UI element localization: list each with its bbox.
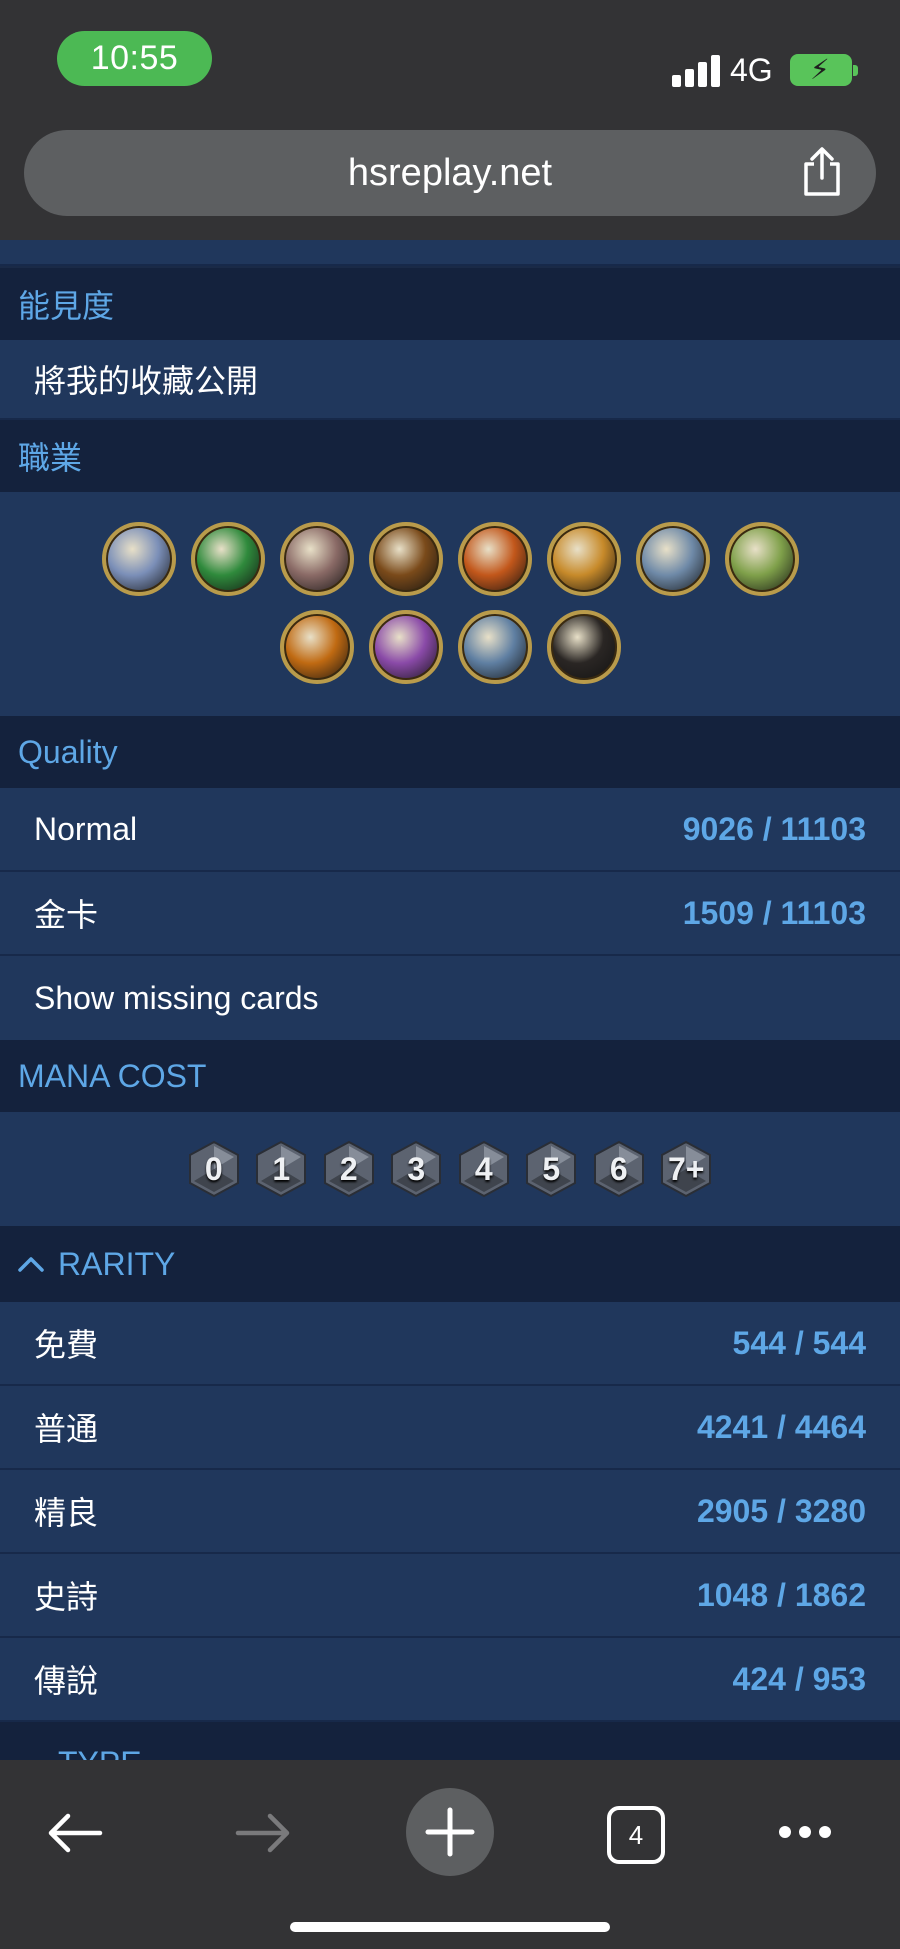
- network-label: 4G: [730, 52, 773, 88]
- rarity-label: 普通: [34, 1411, 99, 1447]
- rarity-title: RARITY: [58, 1245, 176, 1282]
- type-title: TYPE: [58, 1745, 142, 1760]
- mana-gem-label: 3: [407, 1151, 426, 1187]
- rarity-row[interactable]: 普通 4241 / 4464: [0, 1386, 900, 1470]
- home-indicator[interactable]: [290, 1922, 610, 1932]
- mana-gem-label: 5: [542, 1151, 561, 1187]
- rarity-label: 史詩: [34, 1579, 99, 1615]
- hunter-icon[interactable]: [368, 522, 443, 596]
- rarity-label: 精良: [34, 1495, 99, 1531]
- chevron-up-icon: [18, 1257, 44, 1272]
- show-missing-label: Show missing cards: [34, 979, 319, 1016]
- rarity-row[interactable]: 傳說 424 / 953: [0, 1638, 900, 1722]
- mana-gem-5[interactable]: 5: [523, 1140, 579, 1198]
- mana-gem-2[interactable]: 2: [321, 1140, 377, 1198]
- mage-icon[interactable]: [457, 522, 532, 596]
- mana-filter-panel: 0 1 2 3 4 5 6 7+: [0, 1112, 900, 1226]
- status-time: 10:55: [57, 31, 212, 86]
- share-icon[interactable]: [800, 146, 844, 198]
- rogue-icon[interactable]: [724, 522, 799, 596]
- signal-icon: [672, 53, 720, 87]
- mana-cost-header: MANA COST: [0, 1040, 900, 1112]
- classes-header: 職業: [0, 420, 900, 492]
- mana-gem-label: 0: [204, 1151, 223, 1187]
- mana-gem-label: 4: [474, 1151, 493, 1187]
- status-bar: 10:55 4G ⚡: [0, 0, 900, 120]
- quality-count: 9026 / 11103: [682, 810, 866, 847]
- mana-gem-7[interactable]: 7+: [658, 1140, 714, 1198]
- address-bar[interactable]: hsreplay.net: [24, 130, 876, 216]
- quality-header: Quality: [0, 716, 900, 788]
- url-text[interactable]: hsreplay.net: [24, 152, 876, 195]
- mana-gem-3[interactable]: 3: [388, 1140, 444, 1198]
- more-icon[interactable]: [777, 1824, 833, 1840]
- class-filter-panel: [0, 492, 900, 716]
- quality-label: Normal: [34, 810, 138, 847]
- mana-gem-4[interactable]: 4: [456, 1140, 512, 1198]
- demon-hunter-icon[interactable]: [190, 522, 265, 596]
- paladin-icon[interactable]: [546, 522, 621, 596]
- forward-arrow-icon[interactable]: [234, 1812, 292, 1854]
- druid-icon[interactable]: [279, 522, 354, 596]
- plus-icon: [425, 1807, 475, 1857]
- warrior-icon[interactable]: [457, 610, 532, 684]
- row-partial: [0, 240, 900, 266]
- mana-gem-1[interactable]: 1: [253, 1140, 309, 1198]
- rarity-row[interactable]: 免費 544 / 544: [0, 1302, 900, 1386]
- mana-gem-label: 6: [609, 1151, 628, 1187]
- page-content: 能見度 將我的收藏公開 職業 Quality Normal 9026 / 111…: [0, 240, 900, 1760]
- mana-gem-0[interactable]: 0: [186, 1140, 242, 1198]
- quality-count: 1509 / 11103: [682, 894, 866, 931]
- rarity-count: 1048 / 1862: [696, 1576, 866, 1613]
- priest-icon[interactable]: [635, 522, 710, 596]
- mana-gem-label: 1: [272, 1151, 291, 1187]
- battery-icon: ⚡: [790, 54, 858, 86]
- rarity-count: 424 / 953: [732, 1660, 866, 1697]
- warlock-icon[interactable]: [368, 610, 443, 684]
- tabs-button[interactable]: 4: [607, 1806, 665, 1864]
- show-missing-cards[interactable]: Show missing cards: [0, 956, 900, 1040]
- rarity-header[interactable]: RARITY: [0, 1226, 900, 1302]
- back-arrow-icon[interactable]: [46, 1812, 104, 1854]
- rarity-count: 4241 / 4464: [696, 1408, 866, 1445]
- mana-gem-6[interactable]: 6: [591, 1140, 647, 1198]
- mana-gem-label: 2: [339, 1151, 358, 1187]
- rarity-count: 2905 / 3280: [696, 1492, 866, 1529]
- quality-row-normal[interactable]: Normal 9026 / 11103: [0, 788, 900, 872]
- rarity-label: 傳說: [34, 1663, 99, 1699]
- quality-label: 金卡: [34, 897, 99, 933]
- rarity-count: 544 / 544: [732, 1324, 866, 1361]
- death-knight-icon[interactable]: [101, 522, 176, 596]
- type-header[interactable]: TYPE: [0, 1722, 900, 1760]
- quality-row-golden[interactable]: 金卡 1509 / 11103: [0, 872, 900, 956]
- visibility-header: 能見度: [0, 268, 900, 340]
- mana-gem-label: 7+: [668, 1151, 705, 1187]
- visibility-option[interactable]: 將我的收藏公開: [0, 340, 900, 420]
- rarity-label: 免費: [34, 1327, 99, 1363]
- rarity-row[interactable]: 史詩 1048 / 1862: [0, 1554, 900, 1638]
- visibility-option-label: 將我的收藏公開: [34, 363, 259, 399]
- rarity-row[interactable]: 精良 2905 / 3280: [0, 1470, 900, 1554]
- new-tab-button[interactable]: [406, 1788, 494, 1876]
- browser-toolbar: 4: [0, 1760, 900, 1949]
- shaman-icon[interactable]: [279, 610, 354, 684]
- neutral-icon[interactable]: [546, 610, 621, 684]
